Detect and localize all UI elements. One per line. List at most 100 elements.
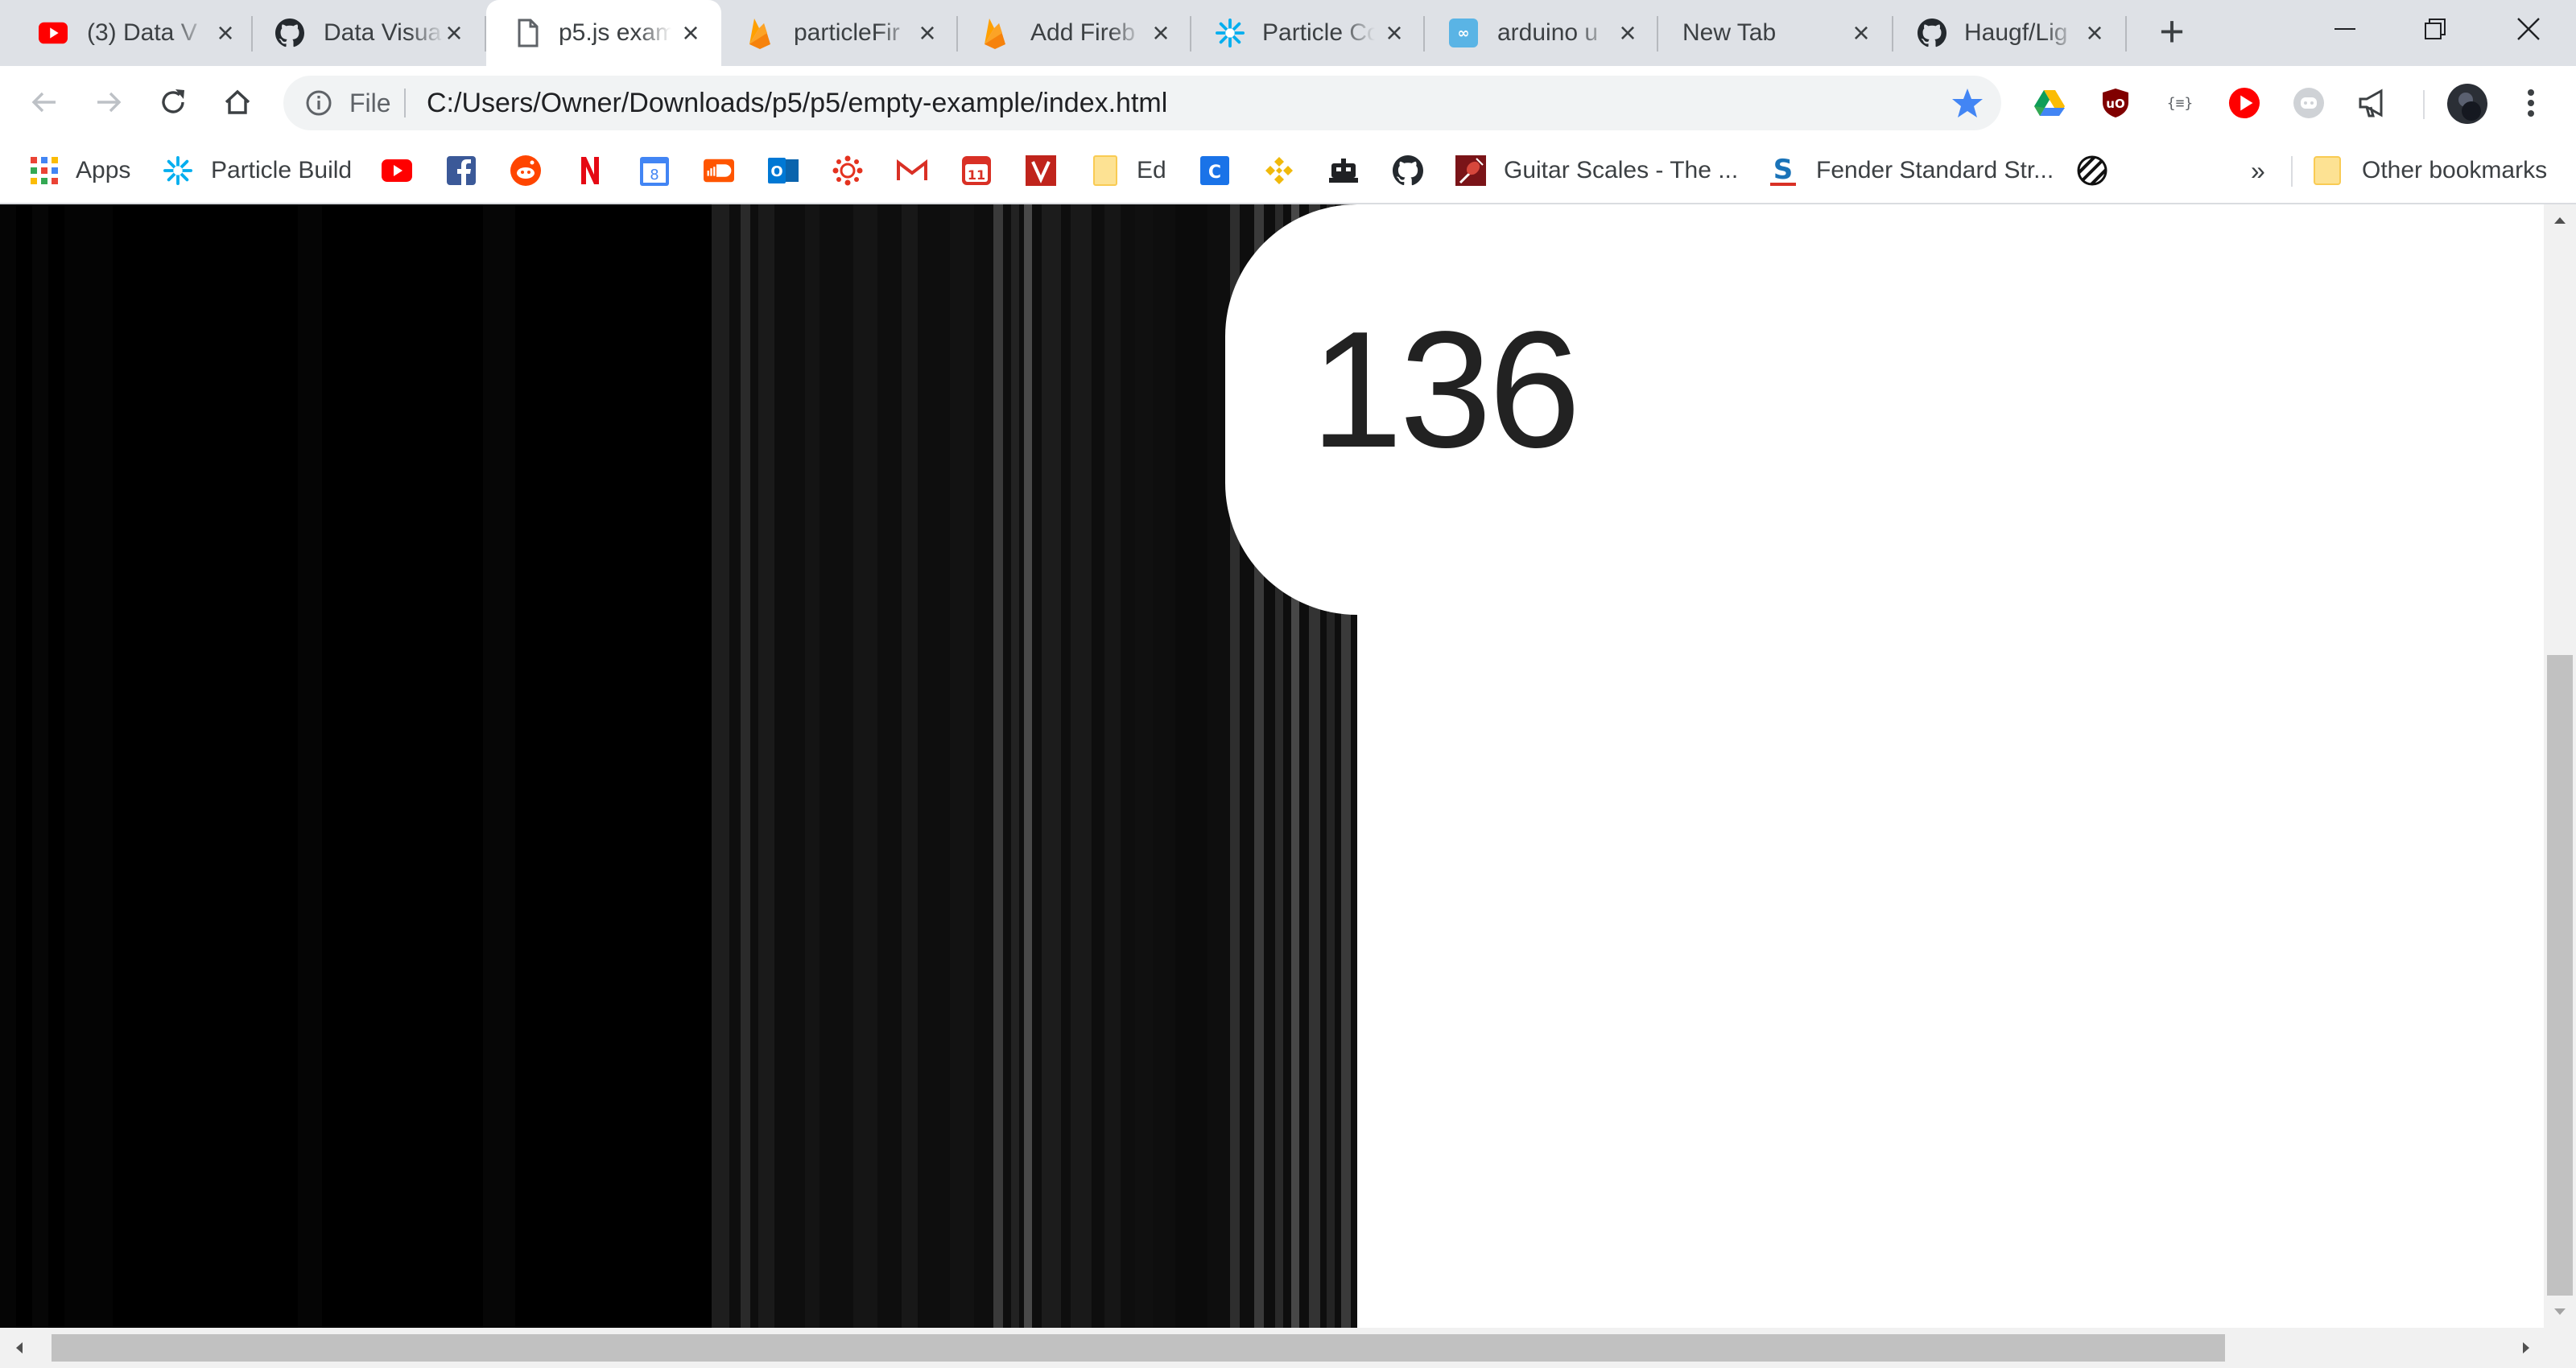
- url-text[interactable]: C:/Users/Owner/Downloads/p5/p5/empty-exa…: [427, 76, 1167, 130]
- stripe: [1011, 204, 1019, 1328]
- reddit-icon: [510, 155, 541, 186]
- tab-title: arduino u: [1497, 19, 1599, 46]
- close-tab-icon[interactable]: ×: [1381, 19, 1407, 47]
- bookmark-facebook[interactable]: [446, 138, 477, 203]
- scroll-left-arrow-icon[interactable]: [3, 1328, 35, 1368]
- profile-avatar[interactable]: [2447, 84, 2487, 124]
- megaphone-icon[interactable]: [2357, 87, 2389, 119]
- bookmark-apps[interactable]: Apps: [29, 138, 130, 203]
- bookmark-label: Other bookmarks: [2362, 157, 2548, 183]
- close-tab-icon[interactable]: ×: [1848, 19, 1874, 47]
- scroll-right-arrow-icon[interactable]: [2510, 1328, 2542, 1368]
- bookmark-binance[interactable]: [1264, 138, 1294, 203]
- bookmark-fender[interactable]: S Fender Standard Str...: [1768, 138, 2054, 203]
- bookmark-ed[interactable]: Ed: [1090, 138, 1166, 203]
- tab-github-data-visualization[interactable]: Data Visua ×: [253, 0, 486, 66]
- horizontal-scroll-thumb[interactable]: [52, 1334, 2225, 1362]
- tab-new-tab[interactable]: New Tab ×: [1658, 0, 1893, 66]
- bookmark-reddit[interactable]: [510, 138, 541, 203]
- bookmark-particle-build[interactable]: Particle Build: [163, 138, 352, 203]
- tab-title: New Tab: [1682, 19, 1777, 46]
- ublock-icon[interactable]: uO: [2099, 87, 2132, 119]
- bookmark-gmail[interactable]: [897, 138, 927, 203]
- home-icon: [225, 89, 250, 114]
- bookmark-star-icon[interactable]: [1951, 87, 1984, 119]
- guitar-icon: [1455, 155, 1486, 186]
- extension-drive-icon[interactable]: [2033, 87, 2066, 119]
- bookmark-guitar-scales[interactable]: Guitar Scales - The ...: [1455, 138, 1738, 203]
- svg-text:8: 8: [650, 167, 658, 183]
- p5-sketch-canvas[interactable]: [0, 204, 1357, 1328]
- stripe: [1024, 204, 1032, 1328]
- close-tab-icon[interactable]: ×: [213, 19, 238, 47]
- reload-button[interactable]: [153, 82, 193, 122]
- bookmark-github[interactable]: [1393, 138, 1423, 203]
- discord-ext-icon[interactable]: [2293, 87, 2325, 119]
- tab-youtube[interactable]: (3) Data V ×: [14, 0, 253, 66]
- outlook-icon: O: [768, 155, 799, 186]
- stripe: [712, 204, 729, 1328]
- tab-title: (3) Data V: [87, 19, 197, 46]
- home-button[interactable]: [217, 82, 258, 122]
- tab-github-haugf[interactable]: Haugf/Lig ×: [1893, 0, 2127, 66]
- close-tab-icon[interactable]: ×: [1148, 19, 1174, 47]
- bookmark-robot[interactable]: [1328, 138, 1359, 203]
- horizontal-scrollbar[interactable]: [0, 1328, 2576, 1368]
- canvas-lms-icon: [832, 155, 863, 186]
- bookmark-outlook[interactable]: O: [768, 138, 799, 203]
- address-bar[interactable]: File C:/Users/Owner/Downloads/p5/p5/empt…: [283, 76, 2001, 130]
- tab-arduino[interactable]: ∞ arduino u ×: [1425, 0, 1658, 66]
- scroll-down-arrow-icon[interactable]: [2544, 1296, 2576, 1328]
- youtube-ext-icon[interactable]: [2228, 87, 2260, 119]
- close-tab-icon[interactable]: ×: [914, 19, 940, 47]
- apps-grid-icon: [29, 155, 60, 186]
- new-tab-button[interactable]: +: [2153, 10, 2191, 53]
- stripe: [32, 204, 48, 1328]
- scroll-up-arrow-icon[interactable]: [2544, 204, 2576, 237]
- close-tab-icon[interactable]: ×: [2082, 19, 2107, 47]
- bookmarks-overflow-button[interactable]: »: [2251, 138, 2265, 203]
- bookmark-google-calendar[interactable]: 8: [639, 138, 670, 203]
- close-tab-icon[interactable]: ×: [441, 19, 467, 47]
- tab-title: particleFir: [794, 19, 900, 46]
- bookmark-c[interactable]: C: [1199, 138, 1230, 203]
- close-tab-icon[interactable]: ×: [678, 19, 704, 47]
- striped-circle-icon: [2077, 155, 2107, 186]
- tab-title: Data Visua: [324, 19, 442, 46]
- restore-button[interactable]: [2391, 0, 2479, 58]
- back-button[interactable]: [24, 82, 64, 122]
- info-icon[interactable]: [304, 89, 333, 117]
- c-logo-icon: C: [1199, 155, 1230, 186]
- bookmark-netflix[interactable]: [575, 138, 605, 203]
- stripe: [298, 204, 322, 1328]
- tab-particle-firebase[interactable]: particleFir ×: [721, 0, 958, 66]
- tab-p5js-example-active[interactable]: p5.js exam ×: [486, 0, 721, 68]
- stripe: [993, 204, 1003, 1328]
- tab-add-firebase[interactable]: Add Fireb ×: [958, 0, 1191, 66]
- vertical-scrollbar[interactable]: [2544, 204, 2576, 1328]
- bookmark-striped-circle[interactable]: [2077, 138, 2107, 203]
- folder-note-icon: [1090, 155, 1121, 186]
- youtube-icon: [382, 155, 412, 186]
- forward-button[interactable]: [89, 82, 129, 122]
- particle-icon: [1216, 19, 1245, 47]
- robot-icon: [1328, 155, 1359, 186]
- bookmark-other-bookmarks[interactable]: Other bookmarks: [2312, 138, 2547, 203]
- forward-arrow-icon: [97, 92, 122, 113]
- close-tab-icon[interactable]: ×: [1615, 19, 1641, 47]
- bookmark-vimeo-v[interactable]: [1026, 138, 1056, 203]
- bookmark-canvas[interactable]: [832, 138, 863, 203]
- tab-separator: [2125, 16, 2127, 52]
- json-formatter-icon[interactable]: {≡}: [2164, 87, 2196, 119]
- menu-kebab-icon[interactable]: [2515, 87, 2547, 119]
- minimize-button[interactable]: [2301, 0, 2389, 58]
- bookmark-soundcloud[interactable]: [704, 138, 734, 203]
- bookmark-calendar-11[interactable]: 11: [961, 138, 992, 203]
- tab-particle-console[interactable]: Particle Co ×: [1191, 0, 1425, 66]
- bookmarks-divider: [2291, 156, 2293, 187]
- tab-title: Haugf/Lig: [1964, 19, 2068, 46]
- bookmark-youtube[interactable]: [382, 138, 412, 203]
- vertical-scroll-thumb[interactable]: [2547, 655, 2573, 1296]
- github-icon: [1918, 19, 1946, 47]
- close-window-button[interactable]: [2484, 0, 2573, 58]
